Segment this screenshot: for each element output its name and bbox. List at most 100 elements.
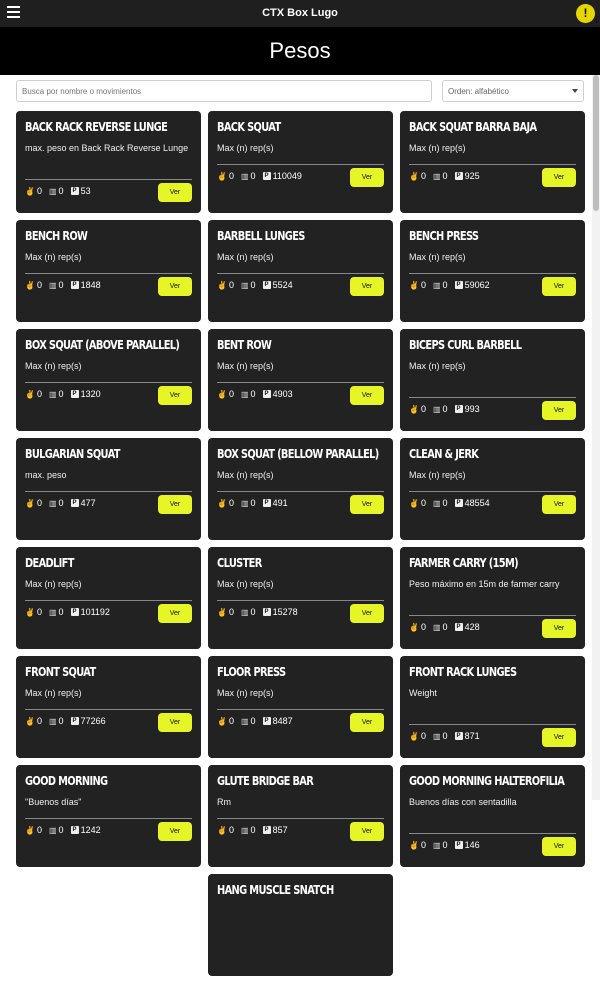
total-stat: P 53	[70, 186, 91, 196]
exercise-card[interactable]: BACK SQUAT Max (n) rep(s) ✌ 0 ▥ 0 P 110049 Ver	[208, 111, 393, 213]
exercise-card[interactable]: BENCH PRESS Max (n) rep(s) ✌ 0 ▥ 0 P 59062 Ver	[400, 220, 585, 322]
bar-stats-icon: ▥	[432, 840, 441, 850]
victory-hand-icon: ✌	[25, 607, 35, 617]
exercise-card[interactable]: CLEAN & JERK Max (n) rep(s) ✌ 0 ▥ 0 P 48554 Ver	[400, 438, 585, 540]
exercise-card[interactable]: CLUSTER Max (n) rep(s) ✌ 0 ▥ 0 P 15278 Ver	[208, 547, 393, 649]
bar-stats-icon: ▥	[240, 389, 249, 399]
card-divider	[409, 491, 576, 492]
card-divider	[25, 491, 192, 492]
view-button[interactable]: Ver	[542, 495, 576, 514]
victory-hand-icon: ✌	[409, 731, 419, 741]
view-button[interactable]: Ver	[542, 837, 576, 856]
view-button[interactable]: Ver	[350, 604, 384, 623]
scrollbar[interactable]	[592, 75, 600, 800]
view-button[interactable]: Ver	[542, 619, 576, 638]
bars-value: 0	[58, 186, 64, 196]
exercise-subtitle: max. peso en Back Rack Reverse Lunge	[25, 143, 189, 153]
likes-value: 0	[228, 171, 234, 181]
view-button[interactable]: Ver	[542, 401, 576, 420]
total-stat: P 146	[454, 840, 480, 850]
scrollbar-thumb[interactable]	[593, 75, 599, 211]
weight-box-icon: P	[70, 826, 79, 834]
exercise-card[interactable]: BOX SQUAT (BELLOW PARALLEL) Max (n) rep(s…	[208, 438, 393, 540]
weight-box-icon: P	[262, 281, 271, 289]
exercise-card[interactable]: BOX SQUAT (ABOVE PARALLEL) Max (n) rep(s)…	[16, 329, 201, 431]
total-value: 857	[272, 825, 288, 835]
bars-stat: ▥ 0	[49, 498, 64, 508]
view-button[interactable]: Ver	[350, 713, 384, 732]
bar-stats-icon: ▥	[432, 280, 441, 290]
exercise-card[interactable]: BACK SQUAT BARRA BAJA Max (n) rep(s) ✌ 0 ▥ 0 P…	[400, 111, 585, 213]
total-stat: P 857	[262, 825, 288, 835]
likes-value: 0	[36, 607, 42, 617]
view-button[interactable]: Ver	[350, 168, 384, 187]
total-value: 1848	[80, 280, 101, 290]
view-button[interactable]: Ver	[350, 386, 384, 405]
bars-stat: ▥ 0	[49, 607, 64, 617]
caret-down-icon	[572, 89, 578, 93]
card-stats: ✌ 0 ▥ 0 P 53	[25, 186, 94, 196]
exercise-card[interactable]: FLOOR PRESS Max (n) rep(s) ✌ 0 ▥ 0 P 8487 Ver	[208, 656, 393, 758]
view-button[interactable]: Ver	[350, 277, 384, 296]
bar-stats-icon: ▥	[48, 280, 57, 290]
likes-stat: ✌ 0	[217, 280, 234, 290]
card-divider	[217, 818, 384, 819]
alert-icon[interactable]: ! 1	[576, 4, 598, 25]
view-button[interactable]: Ver	[158, 277, 192, 296]
view-button[interactable]: Ver	[158, 604, 192, 623]
exercise-card[interactable]: HANG MUSCLE SNATCH	[208, 874, 393, 976]
view-button[interactable]: Ver	[542, 728, 576, 747]
exercise-card[interactable]: GOOD MORNING HALTEROFILIA Buenos días con…	[400, 765, 585, 867]
exercise-card[interactable]: BICEPS CURL BARBELL Max (n) rep(s) ✌ 0 ▥ 0 P 99…	[400, 329, 585, 431]
card-stats: ✌ 0 ▥ 0 P 5524	[217, 280, 296, 290]
exercise-card[interactable]: BULGARIAN SQUAT max. peso ✌ 0 ▥ 0 P 477 Ver	[16, 438, 201, 540]
card-stats: ✌ 0 ▥ 0 P 1242	[25, 825, 104, 835]
total-value: 428	[464, 622, 480, 632]
bar-stats-icon: ▥	[432, 731, 441, 741]
bar-stats-icon: ▥	[240, 280, 249, 290]
total-stat: P 925	[454, 171, 480, 181]
exercise-card[interactable]: BENCH ROW Max (n) rep(s) ✌ 0 ▥ 0 P 1848 Ver	[16, 220, 201, 322]
view-button[interactable]: Ver	[158, 822, 192, 841]
weight-box-icon: P	[262, 717, 271, 725]
view-button[interactable]: Ver	[350, 822, 384, 841]
weight-box-icon: P	[454, 623, 463, 631]
view-button[interactable]: Ver	[158, 183, 192, 202]
view-button[interactable]: Ver	[542, 168, 576, 187]
card-stats: ✌ 0 ▥ 0 P 101192	[25, 607, 113, 617]
weight-box-icon: P	[454, 732, 463, 740]
weight-box-icon: P	[262, 826, 271, 834]
exercise-card[interactable]: FRONT SQUAT Max (n) rep(s) ✌ 0 ▥ 0 P 77266 Ver	[16, 656, 201, 758]
view-button[interactable]: Ver	[350, 495, 384, 514]
weight-box-icon: P	[262, 608, 271, 616]
card-column-3: BACK SQUAT BARRA BAJA Max (n) rep(s) ✌ 0 ▥ 0 P…	[400, 111, 585, 874]
bar-stats-icon: ▥	[432, 622, 441, 632]
bars-stat: ▥ 0	[241, 280, 256, 290]
view-button[interactable]: Ver	[542, 277, 576, 296]
exercise-card[interactable]: GLUTE BRIDGE BAR Rm ✌ 0 ▥ 0 P 857 Ver	[208, 765, 393, 867]
view-button[interactable]: Ver	[158, 495, 192, 514]
card-stats: ✌ 0 ▥ 0 P 146	[409, 840, 483, 850]
order-select[interactable]: Orden: alfabético	[442, 80, 584, 102]
card-stats: ✌ 0 ▥ 0 P 925	[409, 171, 483, 181]
likes-stat: ✌ 0	[409, 498, 426, 508]
exercise-card[interactable]: FARMER CARRY (15M) Peso máximo en 15m de …	[400, 547, 585, 649]
exercise-card[interactable]: DEADLIFT Max (n) rep(s) ✌ 0 ▥ 0 P 101192 Ver	[16, 547, 201, 649]
exercise-card[interactable]: BARBELL LUNGES Max (n) rep(s) ✌ 0 ▥ 0 P 5524 Ver	[208, 220, 393, 322]
exercise-card[interactable]: GOOD MORNING "Buenos días" ✌ 0 ▥ 0 P 1242 Ver	[16, 765, 201, 867]
exercise-card[interactable]: BENT ROW Max (n) rep(s) ✌ 0 ▥ 0 P 4903 Ver	[208, 329, 393, 431]
bars-stat: ▥ 0	[433, 404, 448, 414]
view-button[interactable]: Ver	[158, 386, 192, 405]
victory-hand-icon: ✌	[409, 622, 419, 632]
exercise-card[interactable]: BACK RACK REVERSE LUNGE max. peso en Back…	[16, 111, 201, 213]
search-field[interactable]	[16, 80, 432, 102]
likes-value: 0	[36, 498, 42, 508]
search-input[interactable]	[22, 87, 426, 96]
likes-value: 0	[420, 404, 426, 414]
likes-value: 0	[228, 716, 234, 726]
exercise-card[interactable]: FRONT RACK LUNGES Weight ✌ 0 ▥ 0 P 871 Ver	[400, 656, 585, 758]
view-button[interactable]: Ver	[158, 713, 192, 732]
victory-hand-icon: ✌	[25, 186, 35, 196]
likes-stat: ✌ 0	[217, 607, 234, 617]
exercise-subtitle: Max (n) rep(s)	[409, 361, 466, 371]
